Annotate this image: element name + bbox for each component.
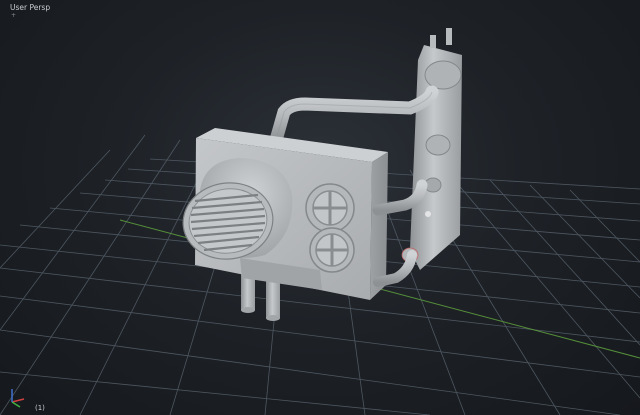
viewport-sub-indicator: + <box>11 12 17 19</box>
gauge-lower <box>309 227 355 273</box>
viewport-canvas[interactable] <box>0 0 640 415</box>
vertical-manifold <box>401 28 462 270</box>
gauge-upper <box>305 183 355 233</box>
viewport-label[interactable]: User Persp <box>10 3 50 12</box>
top-pipe <box>269 85 439 147</box>
radiator-model[interactable] <box>178 28 462 321</box>
perspective-viewport[interactable]: User Persp + (1) <box>0 0 640 415</box>
frame-number: (1) <box>35 404 45 412</box>
axis-gizmo-icon[interactable] <box>11 389 25 408</box>
